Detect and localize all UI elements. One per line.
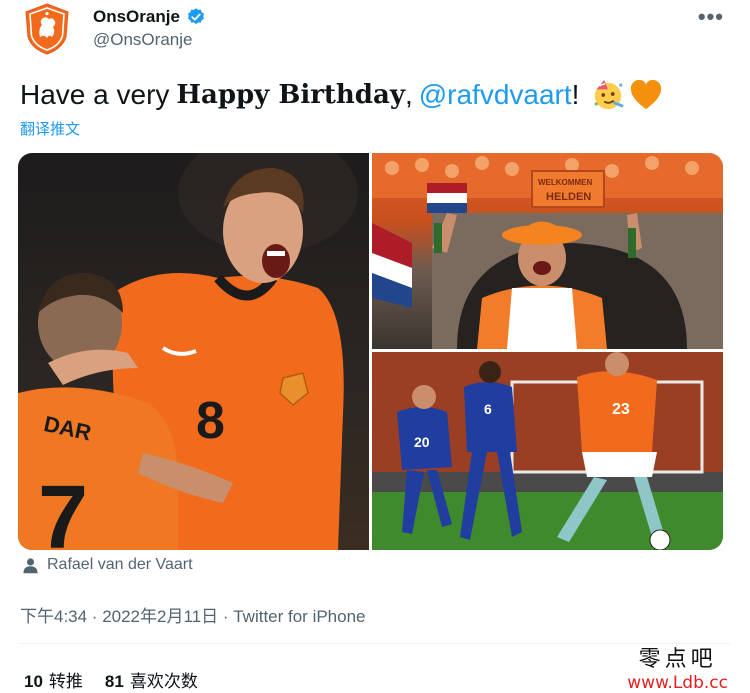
svg-text:8: 8 xyxy=(196,392,225,450)
retweets-count: 10 xyxy=(24,672,43,691)
retweets-label: 转推 xyxy=(48,672,83,691)
divider xyxy=(20,643,730,644)
tagged-person-name: Rafael van der Vaart xyxy=(47,556,193,573)
likes-label: 喜欢次数 xyxy=(129,672,198,691)
match-action-photo[interactable]: 20 6 23 xyxy=(372,352,723,550)
svg-text:7: 7 xyxy=(38,468,88,550)
display-name[interactable]: OnsOranje xyxy=(93,7,180,27)
svg-text:20: 20 xyxy=(414,434,430,450)
likes-stat[interactable]: 81 喜欢次数 xyxy=(105,667,198,692)
svg-text:HELDEN: HELDEN xyxy=(546,191,591,203)
svg-text:23: 23 xyxy=(612,401,630,418)
likes-count: 81 xyxy=(104,672,124,691)
knvb-crest-icon xyxy=(25,3,69,55)
tweet-text: Have a very Happy Birthday , @rafvdvaart… xyxy=(20,78,663,112)
watermark-url: www.Ldb.cc xyxy=(627,673,728,693)
tweet-text-comma: , xyxy=(404,79,413,110)
fans-illustration: WELKOMMEN HELDEN xyxy=(372,153,723,349)
more-options-icon[interactable]: ••• xyxy=(698,4,724,30)
orange-heart-emoji-icon xyxy=(631,79,662,110)
fans-canal-photo[interactable]: WELKOMMEN HELDEN xyxy=(372,153,723,349)
watermark-chinese: 零点吧 xyxy=(638,647,717,672)
celebration-photo[interactable]: 8 7 DAR xyxy=(18,153,369,550)
tweet-card: OnsOranje @OnsOranje ••• Have a very Hap… xyxy=(0,0,750,693)
tagged-people[interactable]: Rafael van der Vaart xyxy=(22,556,193,574)
tweet-timestamp-source[interactable]: 下午4:34 · 2022年2月11日 · Twitter for iPhone xyxy=(20,602,366,627)
party-face-emoji-icon xyxy=(595,79,625,110)
match-illustration: 20 6 23 xyxy=(372,352,723,550)
tweet-stats: 10 转推 81 喜欢次数 xyxy=(24,667,198,692)
verified-badge-icon xyxy=(187,8,204,25)
retweets-stat[interactable]: 10 转推 xyxy=(24,667,83,692)
account-handle[interactable]: @OnsOranje xyxy=(93,30,192,50)
media-grid: 8 7 DAR WELKOMMEN HELDEN 20 6 23 xyxy=(18,153,723,550)
tweet-text-bold: Happy Birthday xyxy=(176,80,405,110)
tweet-text-prefix: Have a very xyxy=(20,79,170,110)
translate-tweet-link[interactable]: 翻译推文 xyxy=(20,118,80,139)
person-icon xyxy=(23,557,38,573)
svg-text:WELKOMMEN: WELKOMMEN xyxy=(538,178,592,187)
tweet-text-exclam: ! xyxy=(571,79,580,110)
account-avatar[interactable] xyxy=(24,3,70,55)
mention-link[interactable]: @rafvdvaart xyxy=(419,79,572,111)
svg-text:6: 6 xyxy=(484,401,492,417)
celebration-illustration: 8 7 DAR xyxy=(18,153,358,550)
name-row: OnsOranje xyxy=(93,7,206,27)
site-watermark: 零点吧 www.Ldb.cc xyxy=(627,641,728,693)
